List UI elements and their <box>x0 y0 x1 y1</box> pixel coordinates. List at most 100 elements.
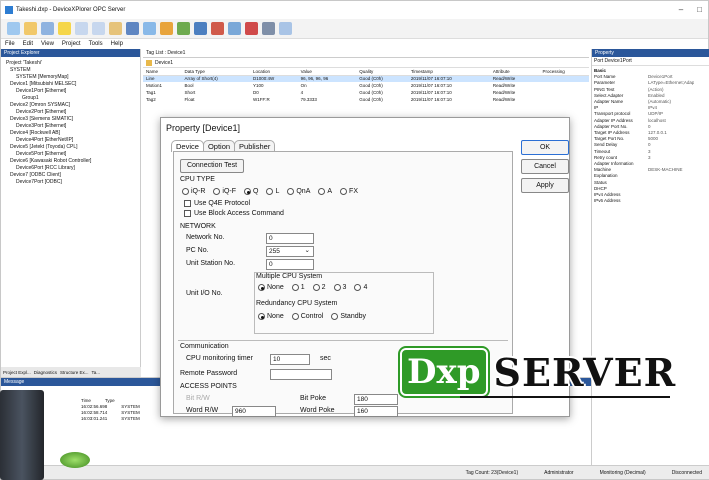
cell: Read/Write <box>492 90 516 95</box>
tree-item[interactable]: Device6Port [RCC Library] <box>4 165 137 172</box>
table-row[interactable]: Motion1 Bool Y100 On Good (C0h) 2019/11/… <box>143 82 589 89</box>
stop-icon[interactable] <box>245 22 258 35</box>
column-header[interactable]: Location <box>250 68 298 76</box>
menu-edit[interactable]: Edit <box>23 41 33 47</box>
tab-project-explorer[interactable]: Project Expl... <box>3 370 31 375</box>
cpu-monitoring-timer-field[interactable]: 10 <box>270 354 310 365</box>
word-poke-field[interactable]: 160 <box>354 406 398 417</box>
tree-item[interactable]: Device6 [Kawasaki Robot Controller] <box>4 158 137 165</box>
table-row[interactable]: Line Array of Short(4) D1000:4W 96, 96, … <box>143 75 589 82</box>
warning-icon[interactable] <box>58 22 71 35</box>
cut-icon[interactable] <box>75 22 88 35</box>
apply-button[interactable]: Apply <box>521 178 569 193</box>
tab-tag-list[interactable]: Tag List : Device1 <box>146 50 185 56</box>
folder-icon[interactable] <box>146 59 152 66</box>
connect-icon[interactable] <box>211 22 224 35</box>
tree-item[interactable]: Device5Port [Ethernet] <box>4 151 137 158</box>
bit-poke-field[interactable]: 180 <box>354 394 398 405</box>
tab-tag[interactable]: Ta... <box>92 370 101 375</box>
minimize-button[interactable]: – <box>679 5 683 14</box>
column-header[interactable]: Value <box>297 68 357 76</box>
tree-item[interactable]: Device2Port [Ethernet] <box>4 109 137 116</box>
paste-icon[interactable] <box>109 22 122 35</box>
save-icon[interactable] <box>41 22 54 35</box>
table-row[interactable]: Tag1 Short D0 4 Good (C0h) 2019/11/07 16… <box>143 89 589 96</box>
tree-item[interactable]: Device1 [Mitsubishi MELSEC] <box>4 81 137 88</box>
menu-file[interactable]: File <box>5 41 15 47</box>
cpu-radio-iq-r[interactable]: iQ-R <box>182 188 205 195</box>
cpu-radio-qna[interactable]: QnA <box>287 188 310 195</box>
open-icon[interactable] <box>24 22 37 35</box>
menu-view[interactable]: View <box>41 41 54 47</box>
tree-item[interactable]: Device7 [ODBC Client] <box>4 172 137 179</box>
tree-item[interactable]: SYSTEM [MemoryMap] <box>4 74 137 81</box>
menu-help[interactable]: Help <box>111 41 123 47</box>
tree-item[interactable]: Group1 <box>4 95 137 102</box>
chevron-down-icon: ⌄ <box>304 247 310 254</box>
tree-item[interactable]: Device1Port [Ethernet] <box>4 88 137 95</box>
network-no-field[interactable]: 0 <box>266 233 314 244</box>
pc-no-select[interactable]: 255 ⌄ <box>266 246 314 257</box>
tree-item[interactable]: SYSTEM <box>4 67 137 74</box>
copy-icon[interactable] <box>92 22 105 35</box>
cell: Read/Write <box>492 83 516 88</box>
tab-structure-explorer[interactable]: Structure Ex... <box>60 370 89 375</box>
ok-button[interactable]: OK <box>521 140 569 155</box>
property-row[interactable]: IPv6 Address <box>594 198 708 204</box>
tree-item[interactable]: Project 'Takeshi' <box>4 60 137 67</box>
multiple-cpu-radio-4[interactable]: 4 <box>354 284 367 291</box>
multiple-cpu-radio-3[interactable]: 3 <box>333 284 346 291</box>
column-header[interactable]: Name <box>143 68 182 76</box>
tools-icon[interactable] <box>262 22 275 35</box>
arrow-icon[interactable] <box>160 22 173 35</box>
cpu-radio-l[interactable]: L <box>266 188 279 195</box>
cpu-monitoring-timer-label: CPU monitoring timer <box>186 355 253 362</box>
tree-item[interactable]: Device5 [Jetekt (Toyoda) CPL] <box>4 144 137 151</box>
maximize-button[interactable]: □ <box>697 5 702 14</box>
cell: Float <box>184 97 195 102</box>
monitor-icon[interactable] <box>126 22 139 35</box>
cpu-radio-q[interactable]: Q <box>244 188 258 195</box>
multiple-cpu-radio-none[interactable]: None <box>258 284 284 291</box>
tree-item[interactable]: Device4Port [EtherNet/IP] <box>4 137 137 144</box>
word-rw-field[interactable]: 960 <box>232 406 276 417</box>
tag-icon[interactable] <box>143 22 156 35</box>
unit-station-field[interactable]: 0 <box>266 259 314 270</box>
main-toolbar <box>1 19 708 39</box>
device-icon[interactable] <box>194 22 207 35</box>
table-row[interactable]: Tag2 Float W1FF:R 79.3333 Good (C0h) 201… <box>143 96 589 103</box>
column-header[interactable]: Attribute <box>489 68 540 76</box>
block-access-checkbox[interactable]: Use Block Access Command <box>184 210 284 219</box>
log-icon[interactable] <box>279 22 292 35</box>
tab-diagnostics[interactable]: Diagnostics <box>34 370 57 375</box>
network-icon[interactable] <box>177 22 190 35</box>
tree-item[interactable]: Device2 [Omron SYSMAC] <box>4 102 137 109</box>
new-project-icon[interactable] <box>7 22 20 35</box>
tree-item[interactable]: Device3Port [Ethernet] <box>4 123 137 130</box>
multiple-cpu-radio-2[interactable]: 2 <box>312 284 326 291</box>
redundancy-radio-control[interactable]: Control <box>291 313 323 320</box>
column-header[interactable]: Quality <box>356 68 408 76</box>
column-header[interactable]: Processing <box>539 68 589 76</box>
multiple-cpu-radio-1[interactable]: 1 <box>291 284 305 291</box>
cpu-radio-iq-f[interactable]: iQ-F <box>213 188 236 195</box>
logo-underline <box>460 396 670 398</box>
cancel-button[interactable]: Cancel <box>521 159 569 174</box>
multiple-cpu-radio-group: None 1 2 3 4 <box>258 284 367 291</box>
tree-item[interactable]: Device4 [Rockwell AB] <box>4 130 137 137</box>
remote-password-field[interactable] <box>270 369 332 380</box>
menu-tools[interactable]: Tools <box>89 41 103 47</box>
redundancy-radio-none[interactable]: None <box>258 313 284 320</box>
q4e-checkbox[interactable]: Use Q4E Protocol <box>184 200 250 209</box>
settings-icon[interactable] <box>228 22 241 35</box>
connection-test-button[interactable]: Connection Test <box>180 159 244 173</box>
column-header[interactable]: Data Type <box>181 68 251 76</box>
cpu-radio-fx[interactable]: FX <box>340 188 358 195</box>
menu-project[interactable]: Project <box>62 41 81 47</box>
cell: 2019/11/07 16:07:10 <box>410 90 452 95</box>
tree-item[interactable]: Device3 [Siemens SIMATIC] <box>4 116 137 123</box>
cpu-radio-a[interactable]: A <box>318 188 332 195</box>
column-header[interactable]: Timestamp <box>407 68 490 76</box>
tree-item[interactable]: Device7Port [ODBC] <box>4 179 137 186</box>
redundancy-radio-standby[interactable]: Standby <box>331 313 366 320</box>
